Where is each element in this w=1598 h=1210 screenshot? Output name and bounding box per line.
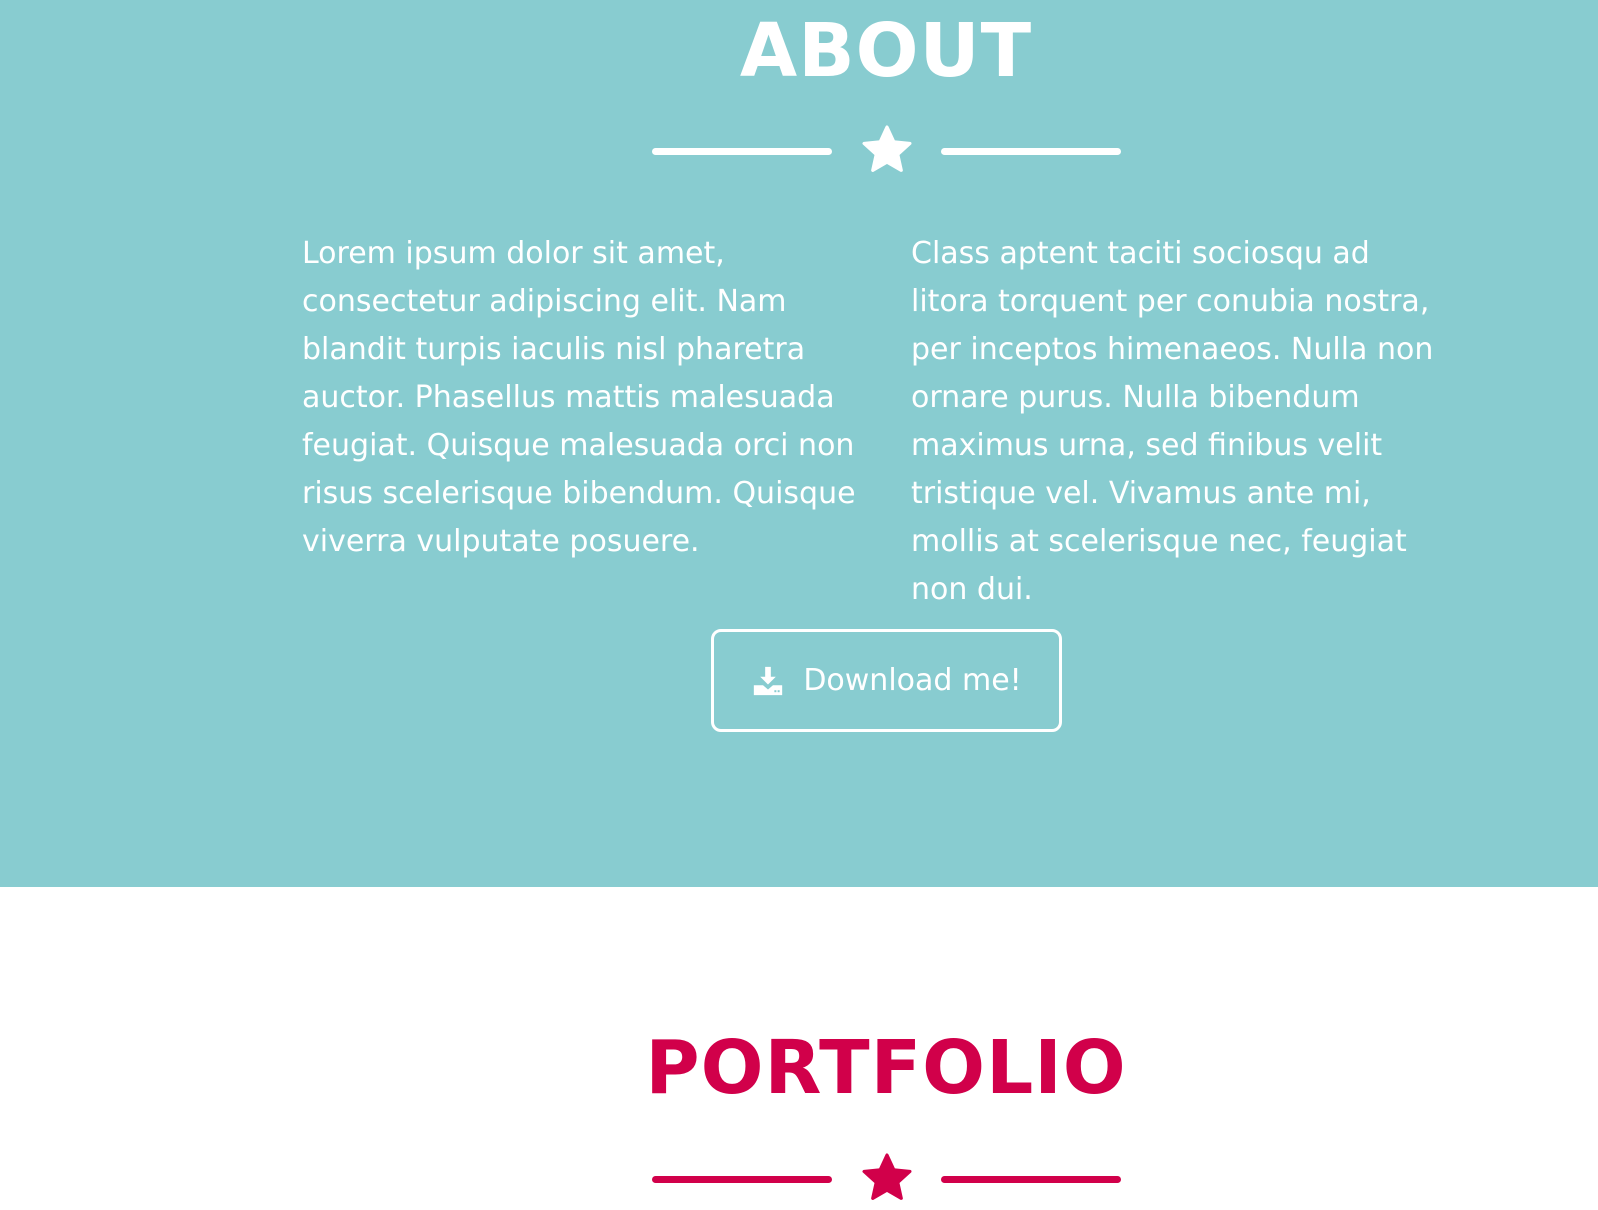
download-button[interactable]: Download me! <box>711 629 1062 732</box>
about-text-right: Class aptent taciti sociosqu ad litora t… <box>911 236 1434 607</box>
download-icon <box>754 666 783 695</box>
portfolio-divider <box>652 1150 1121 1210</box>
about-text-left: Lorem ipsum dolor sit amet, consectetur … <box>302 236 856 559</box>
portfolio-title: PORTFOLIO <box>645 1025 1127 1111</box>
star-icon <box>862 1153 912 1200</box>
download-label: Download me! <box>803 663 1022 698</box>
portfolio-section: PORTFOLIO <box>0 887 1598 1210</box>
divider-line-left <box>652 1176 832 1183</box>
about-divider <box>652 122 1121 182</box>
about-title: ABOUT <box>739 8 1033 94</box>
divider-line-right <box>941 1176 1121 1183</box>
divider-line-left <box>652 148 832 155</box>
divider-line-right <box>941 148 1121 155</box>
about-section: ABOUT Lorem ipsum dolor sit amet, consec… <box>0 0 1598 887</box>
star-icon <box>862 125 912 172</box>
